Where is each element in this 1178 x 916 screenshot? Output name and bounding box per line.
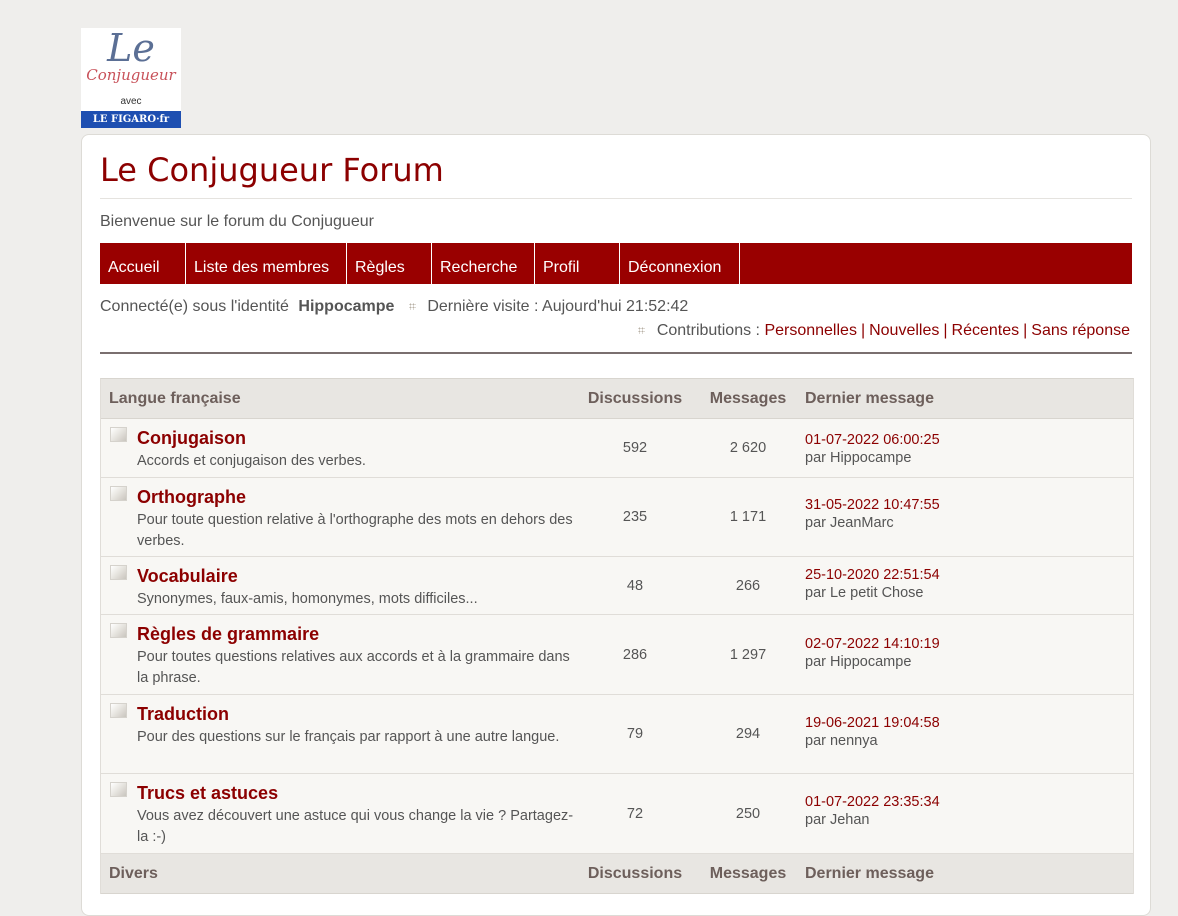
- site-logo[interactable]: Le Conjugueur avec LE FIGARO·fr: [81, 28, 181, 128]
- contributions-label: Contributions :: [656, 322, 760, 339]
- main-panel: Le Conjugueur Forum Bienvenue sur le for…: [81, 134, 1151, 916]
- separator-icon: [638, 326, 646, 334]
- nav-liste-des-membres[interactable]: Liste des membres: [186, 243, 347, 284]
- separator-icon: [408, 302, 416, 310]
- category-name: Langue française: [109, 389, 241, 407]
- forum-messages-count: 266: [735, 577, 761, 594]
- last-message-author: par Jehan: [805, 812, 870, 828]
- nav-accueil[interactable]: Accueil: [100, 243, 186, 284]
- link-nouvelles[interactable]: Nouvelles: [869, 322, 939, 339]
- forum-description: Accords et conjugaison des verbes.: [137, 453, 366, 469]
- main-navbar: Accueil Liste des membres Règles Recherc…: [100, 243, 1132, 284]
- last-message-date[interactable]: 01-07-2022 23:35:34: [805, 794, 940, 810]
- site-description: Bienvenue sur le forum du Conjugueur: [100, 213, 374, 230]
- forum-discussions-count: 48: [626, 577, 644, 594]
- forum-messages-count: 294: [735, 726, 761, 742]
- forum-status-icon: [110, 427, 127, 442]
- forum-description: Vous avez découvert une astuce qui vous …: [137, 808, 574, 845]
- nav-regles[interactable]: Règles: [347, 243, 432, 284]
- category-header: Divers Discussions Messages Dernier mess…: [101, 854, 1133, 894]
- link-recentes[interactable]: Récentes: [952, 322, 1020, 339]
- forum-discussions-count: 592: [622, 440, 648, 456]
- logo-figaro-banner: LE FIGARO·fr: [81, 111, 181, 128]
- last-visit: Dernière visite : Aujourd'hui 21:52:42: [427, 298, 689, 315]
- forum-status-icon: [110, 623, 127, 638]
- forum-discussions-count: 79: [626, 726, 644, 742]
- column-last-message: Dernier message: [805, 389, 934, 407]
- forum-row: Conjugaison Accords et conjugaison des v…: [101, 419, 1133, 478]
- last-message-author: par JeanMarc: [805, 515, 894, 531]
- username: Hippocampe: [298, 298, 395, 315]
- last-message-author: par Le petit Chose: [805, 585, 924, 601]
- page-title: Le Conjugueur Forum: [100, 151, 444, 189]
- user-status: Connecté(e) sous l'identité Hippocampe D…: [100, 298, 688, 316]
- category-name: Divers: [109, 864, 158, 882]
- forum-description: Pour toutes questions relatives aux acco…: [137, 649, 570, 686]
- forum-row: Orthographe Pour toute question relative…: [101, 478, 1133, 557]
- nav-profil[interactable]: Profil: [535, 243, 620, 284]
- forum-messages-count: 2 620: [729, 440, 767, 456]
- forum-messages-count: 1 297: [729, 646, 767, 663]
- forum-status-icon: [110, 703, 127, 718]
- last-message-date[interactable]: 01-07-2022 06:00:25: [805, 432, 940, 448]
- forum-discussions-count: 72: [626, 805, 644, 822]
- last-message-author: par nennya: [805, 733, 878, 749]
- last-message-author: par Hippocampe: [805, 654, 912, 670]
- nav-deconnexion[interactable]: Déconnexion: [620, 243, 740, 284]
- last-message-author: par Hippocampe: [805, 450, 912, 466]
- forum-row: Règles de grammaire Pour toutes question…: [101, 615, 1133, 695]
- forum-title[interactable]: Conjugaison: [137, 428, 579, 449]
- forum-title[interactable]: Trucs et astuces: [137, 783, 579, 804]
- forum-description: Pour des questions sur le français par r…: [137, 729, 560, 745]
- link-personnelles[interactable]: Personnelles: [764, 322, 857, 339]
- column-discussions: Discussions: [587, 389, 683, 407]
- column-messages: Messages: [709, 389, 787, 407]
- forum-title[interactable]: Orthographe: [137, 487, 579, 508]
- contributions-bar: Contributions : Personnelles | Nouvelles | R…: [628, 322, 1130, 340]
- forum-list: Langue française Discussions Messages De…: [100, 378, 1134, 894]
- column-discussions: Discussions: [587, 864, 683, 882]
- link-sans-reponse[interactable]: Sans réponse: [1031, 322, 1130, 339]
- column-last-message: Dernier message: [805, 864, 934, 882]
- logo-conjugueur-text: Conjugueur: [86, 66, 176, 84]
- last-message-date[interactable]: 25-10-2020 22:51:54: [805, 567, 940, 583]
- forum-description: Synonymes, faux-amis, homonymes, mots di…: [137, 591, 478, 607]
- forum-status-icon: [110, 486, 127, 501]
- nav-recherche[interactable]: Recherche: [432, 243, 535, 284]
- forum-messages-count: 250: [735, 805, 761, 822]
- title-divider: [100, 198, 1132, 199]
- forum-description: Pour toute question relative à l'orthogr…: [137, 512, 573, 549]
- forum-status-icon: [110, 782, 127, 797]
- forum-discussions-count: 286: [622, 646, 648, 663]
- logo-le-text: Le: [107, 28, 155, 70]
- column-messages: Messages: [709, 864, 787, 882]
- forum-row: Traduction Pour des questions sur le fra…: [101, 695, 1133, 774]
- forum-title[interactable]: Règles de grammaire: [137, 624, 579, 645]
- forum-discussions-count: 235: [622, 509, 648, 525]
- last-message-date[interactable]: 31-05-2022 10:47:55: [805, 497, 940, 513]
- forum-status-icon: [110, 565, 127, 580]
- last-message-date[interactable]: 02-07-2022 14:10:19: [805, 636, 940, 652]
- forum-title[interactable]: Vocabulaire: [137, 566, 579, 587]
- logo-avec-text: avec: [120, 96, 142, 107]
- category-header: Langue française Discussions Messages De…: [101, 379, 1133, 419]
- logged-in-label: Connecté(e) sous l'identité: [100, 298, 289, 315]
- forum-row: Vocabulaire Synonymes, faux-amis, homony…: [101, 557, 1133, 615]
- forum-title[interactable]: Traduction: [137, 704, 579, 725]
- forum-messages-count: 1 171: [729, 509, 767, 525]
- forum-row: Trucs et astuces Vous avez découvert une…: [101, 774, 1133, 854]
- last-message-date[interactable]: 19-06-2021 19:04:58: [805, 715, 940, 731]
- header-divider: [100, 352, 1132, 354]
